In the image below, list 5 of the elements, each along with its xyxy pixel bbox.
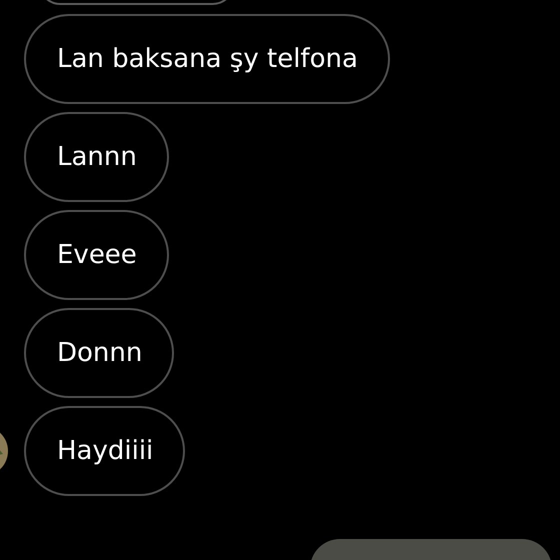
message-bubble: Lannn bbox=[24, 112, 169, 202]
message-bubble: Lan baksana şy telfona bbox=[24, 14, 390, 104]
message-bubble: Haydiiii bbox=[24, 406, 186, 496]
message-bubble: Eveee bbox=[24, 210, 169, 300]
message-bubble: Donnn bbox=[24, 308, 174, 398]
